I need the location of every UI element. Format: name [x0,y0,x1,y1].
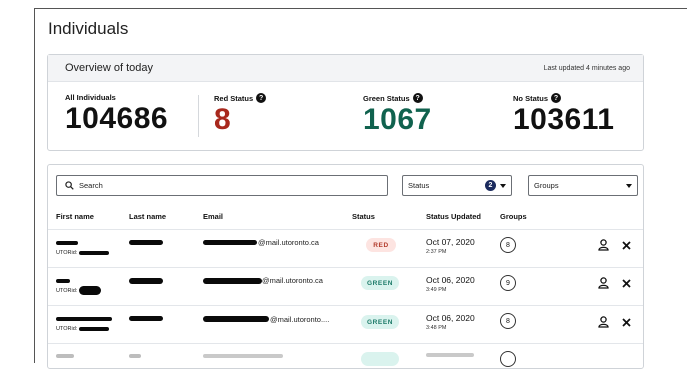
stat-value: 8 [214,103,232,136]
search-placeholder: Search [79,181,103,190]
search-icon [65,181,74,190]
redacted-utorid [79,251,109,255]
groups-filter-select[interactable]: Groups [528,175,638,196]
groups-count[interactable] [500,351,516,367]
redacted-email [203,316,269,322]
status-badge: RED [366,238,396,252]
overview-card: Overview of today Last updated 4 minutes… [47,54,644,151]
stat-value: 1067 [363,103,432,136]
status-date: Oct 07, 2020 [426,237,475,247]
groups-count[interactable]: 8 [500,237,516,253]
stat-label: Green Status [363,93,410,103]
column-header-groups[interactable]: Groups [500,212,527,221]
status-date: Oct 06, 2020 [426,313,475,323]
status-time: 3:49 PM [426,287,447,293]
overview-header: Overview of today Last updated 4 minutes… [48,55,643,82]
redacted-email [203,354,283,358]
close-icon[interactable] [622,279,631,288]
status-badge [361,352,399,366]
page-title: Individuals [48,19,129,38]
redacted-last-name [129,316,163,321]
individuals-table-panel: Search Status 2 Groups First name Last n… [47,164,644,369]
help-icon[interactable]: ? [551,93,562,103]
column-header-status[interactable]: Status [352,212,375,221]
stat-green-status: Green Status? 1067 [363,93,432,135]
search-input[interactable]: Search [56,175,388,196]
help-icon[interactable]: ? [256,93,267,103]
groups-count[interactable]: 9 [500,275,516,291]
chevron-down-icon [626,183,632,188]
overview-title: Overview of today [65,62,154,74]
utorid-label: UTORid: [56,326,78,332]
utorid-label: UTORid: [56,250,78,256]
utorid-label: UTORid: [56,288,78,294]
stat-value: 103611 [513,103,615,136]
redacted-email [203,240,257,245]
redacted-first-name [56,241,78,245]
stat-red-status: Red Status? 8 [214,93,267,136]
redacted-last-name [129,240,163,245]
status-badge: GREEN [361,276,399,290]
stat-label: Red Status [214,93,254,103]
table-row[interactable]: UTORid: @mail.utoronto.ca RED Oct 07, 20… [48,229,643,267]
stat-divider [198,95,199,137]
table-row[interactable]: UTORid: @mail.utoronto.... GREEN Oct 06,… [48,305,643,343]
table-row[interactable] [48,343,643,368]
status-time: 2:37 PM [426,249,447,255]
stat-label: No Status [513,93,549,103]
chevron-down-icon [500,183,506,188]
column-header-last-name[interactable]: Last name [129,212,166,221]
last-updated-text: Last updated 4 minutes ago [543,64,630,72]
stat-no-status: No Status? 103611 [513,93,614,135]
email-domain: @mail.utoronto.ca [262,276,323,285]
email-domain: @mail.utoronto.ca [258,238,319,247]
column-header-status-updated[interactable]: Status Updated [426,212,481,221]
user-icon[interactable] [598,239,609,251]
stat-label: All Individuals [65,93,116,102]
status-filter-label: Status [408,181,430,190]
redacted-last-name [129,278,163,284]
redacted-email [203,278,262,284]
stat-value: 104686 [65,102,169,135]
status-filter-select[interactable]: Status 2 [402,175,512,196]
redacted-first-name [56,279,70,283]
email-domain: @mail.utoronto.... [270,315,330,324]
status-filter-count: 2 [485,180,496,191]
column-header-email[interactable]: Email [203,212,223,221]
help-icon[interactable]: ? [412,93,423,103]
redacted-utorid [79,327,109,331]
stat-all-individuals: All Individuals 104686 [65,93,168,134]
redacted-last-name [129,354,141,358]
user-icon[interactable] [598,277,609,289]
close-icon[interactable] [622,241,631,250]
groups-count[interactable]: 8 [500,313,516,329]
redacted-first-name [56,354,74,358]
status-badge: GREEN [361,315,399,329]
table-row[interactable]: UTORid: @mail.utoronto.ca GREEN Oct 06, … [48,267,643,305]
close-icon[interactable] [622,318,631,327]
status-date [426,353,474,357]
status-date: Oct 06, 2020 [426,275,475,285]
redacted-utorid [79,286,101,295]
groups-filter-label: Groups [534,181,559,190]
column-header-first-name[interactable]: First name [56,212,94,221]
status-time: 3:48 PM [426,325,447,331]
user-icon[interactable] [598,316,609,328]
redacted-first-name [56,317,112,321]
